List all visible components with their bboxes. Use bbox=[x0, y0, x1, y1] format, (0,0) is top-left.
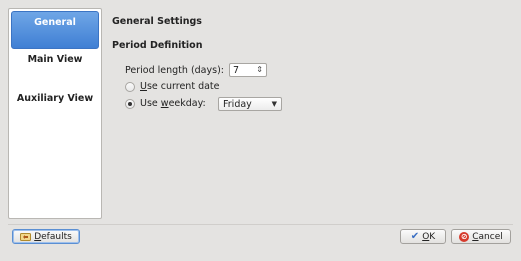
use-current-date-radio[interactable] bbox=[125, 81, 135, 92]
checkmark-icon: ✔ bbox=[410, 231, 420, 242]
use-weekday-label: Use weekday: bbox=[140, 98, 206, 109]
page-title: General Settings bbox=[112, 16, 202, 27]
sidebar-item-label: Main View bbox=[27, 54, 83, 65]
period-length-row: Period length (days): 7 ⇕ bbox=[125, 63, 267, 77]
use-weekday-option[interactable]: Use weekday: bbox=[125, 98, 206, 109]
spin-arrows-icon[interactable]: ⇕ bbox=[256, 66, 263, 74]
weekday-select-value: Friday bbox=[223, 98, 252, 110]
sidebar-item-label: General bbox=[34, 17, 76, 28]
sidebar-item-auxiliary-view[interactable]: Auxiliary View bbox=[11, 93, 99, 104]
cancel-button[interactable]: ⊘ Cancel bbox=[451, 229, 511, 244]
weekday-select[interactable]: Friday ▼ bbox=[218, 97, 282, 111]
use-current-date-label: Use current date bbox=[140, 81, 220, 92]
defaults-button[interactable]: Defaults bbox=[12, 229, 80, 244]
cancel-icon: ⊘ bbox=[459, 231, 470, 242]
radio-selected-dot bbox=[128, 101, 132, 106]
cancel-label: Cancel bbox=[472, 231, 503, 242]
reset-icon bbox=[20, 233, 32, 241]
section-heading: Period Definition bbox=[112, 40, 203, 51]
sidebar-item-main-view[interactable]: Main View bbox=[11, 54, 99, 65]
sidebar-item-general[interactable]: General bbox=[11, 11, 99, 49]
ok-button[interactable]: ✔ OK bbox=[400, 229, 446, 244]
sidebar: General Main View Auxiliary View bbox=[8, 8, 102, 219]
chevron-down-icon: ▼ bbox=[271, 100, 277, 108]
period-length-label: Period length (days): bbox=[125, 64, 224, 76]
sidebar-item-label: Auxiliary View bbox=[16, 93, 94, 104]
use-weekday-radio[interactable] bbox=[125, 98, 135, 109]
ok-label: OK bbox=[422, 231, 436, 242]
period-length-value: 7 bbox=[232, 64, 240, 76]
footer-divider bbox=[8, 224, 513, 225]
period-length-spinbox[interactable]: 7 ⇕ bbox=[228, 63, 267, 77]
defaults-label: Defaults bbox=[34, 231, 72, 242]
use-current-date-option[interactable]: Use current date bbox=[125, 81, 220, 92]
